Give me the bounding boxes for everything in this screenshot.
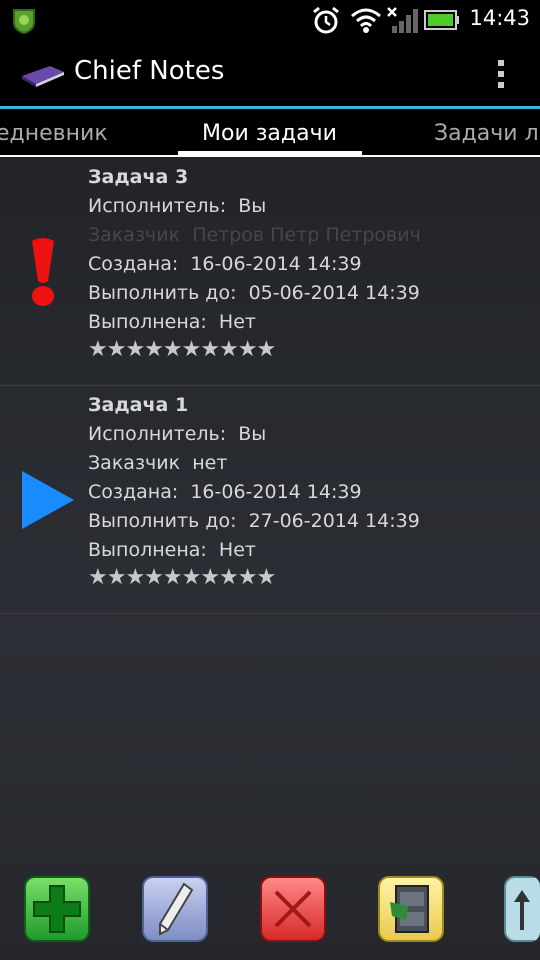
done-value: Нет	[218, 539, 256, 561]
created-value: 16-06-2014 14:39	[190, 481, 362, 503]
done-value: Нет	[218, 311, 256, 333]
customer-label: Заказчик	[88, 452, 181, 474]
executor-value: Вы	[238, 423, 267, 445]
action-bar: Chief Notes	[0, 38, 540, 108]
task-created-row: Создана: 16-06-2014 14:39	[88, 250, 421, 279]
tab-personal-tasks[interactable]: Задачи ли	[434, 121, 540, 146]
tab-diary[interactable]: едневник	[0, 121, 108, 146]
task-executor-row: Исполнитель: Вы	[88, 420, 420, 449]
task-item[interactable]: Задача 3 Исполнитель: Вы Заказчик Петров…	[0, 157, 540, 386]
task-title: Задача 3	[88, 166, 189, 188]
due-value: 27-06-2014 14:39	[248, 510, 420, 532]
bottom-toolbar	[0, 872, 540, 960]
due-value: 05-06-2014 14:39	[248, 282, 420, 304]
customer-value: Петров Петр Петрович	[192, 224, 421, 246]
customer-label: Заказчик	[88, 224, 181, 246]
task-created-row: Создана: 16-06-2014 14:39	[88, 478, 420, 507]
executor-value: Вы	[238, 195, 267, 217]
created-label: Создана:	[88, 481, 179, 503]
due-label: Выполнить до:	[88, 510, 237, 532]
done-label: Выполнена:	[88, 539, 207, 561]
task-title: Задача 1	[88, 394, 189, 416]
created-value: 16-06-2014 14:39	[190, 253, 362, 275]
done-label: Выполнена:	[88, 311, 207, 333]
task-customer-row: Заказчик нет	[88, 449, 420, 478]
task-executor-row: Исполнитель: Вы	[88, 192, 421, 221]
task-done-row: Выполнена: Нет	[88, 308, 421, 337]
created-label: Создана:	[88, 253, 179, 275]
exclamation-icon	[32, 238, 54, 306]
app-shield-icon	[13, 9, 35, 34]
notebook-logo-icon	[22, 66, 64, 87]
due-label: Выполнить до:	[88, 282, 237, 304]
task-item[interactable]: Задача 1 Исполнитель: Вы Заказчик нет Со…	[0, 385, 540, 614]
tab-my-tasks[interactable]: Мои задачи	[202, 121, 337, 146]
battery-icon	[424, 10, 459, 30]
app-title: Chief Notes	[74, 56, 225, 86]
task-customer-row: Заказчик Петров Петр Петрович	[88, 221, 421, 250]
status-time: 14:43	[469, 6, 530, 30]
tab-bar: едневник Мои задачи Задачи ли	[0, 109, 540, 157]
task-done-row: Выполнена: Нет	[88, 536, 420, 565]
arrow-up-icon[interactable]	[504, 876, 540, 942]
add-icon[interactable]	[24, 876, 90, 942]
executor-label: Исполнитель:	[88, 423, 227, 445]
edit-icon[interactable]	[142, 876, 208, 942]
signal-icon	[387, 7, 418, 33]
archive-icon[interactable]	[378, 876, 444, 942]
play-triangle-icon	[22, 471, 74, 529]
rating-stars[interactable]: ★★★★★★★★★★	[88, 337, 421, 363]
task-due-row: Выполнить до: 05-06-2014 14:39	[88, 279, 421, 308]
alarm-icon	[313, 6, 339, 34]
status-bar: 14:43	[0, 0, 540, 38]
delete-icon[interactable]	[260, 876, 326, 942]
task-due-row: Выполнить до: 27-06-2014 14:39	[88, 507, 420, 536]
customer-value: нет	[192, 452, 228, 474]
rating-stars[interactable]: ★★★★★★★★★★	[88, 565, 420, 591]
overflow-menu-icon[interactable]	[496, 60, 506, 90]
executor-label: Исполнитель:	[88, 195, 227, 217]
task-list: Задача 3 Исполнитель: Вы Заказчик Петров…	[0, 157, 540, 960]
wifi-icon	[351, 8, 381, 33]
